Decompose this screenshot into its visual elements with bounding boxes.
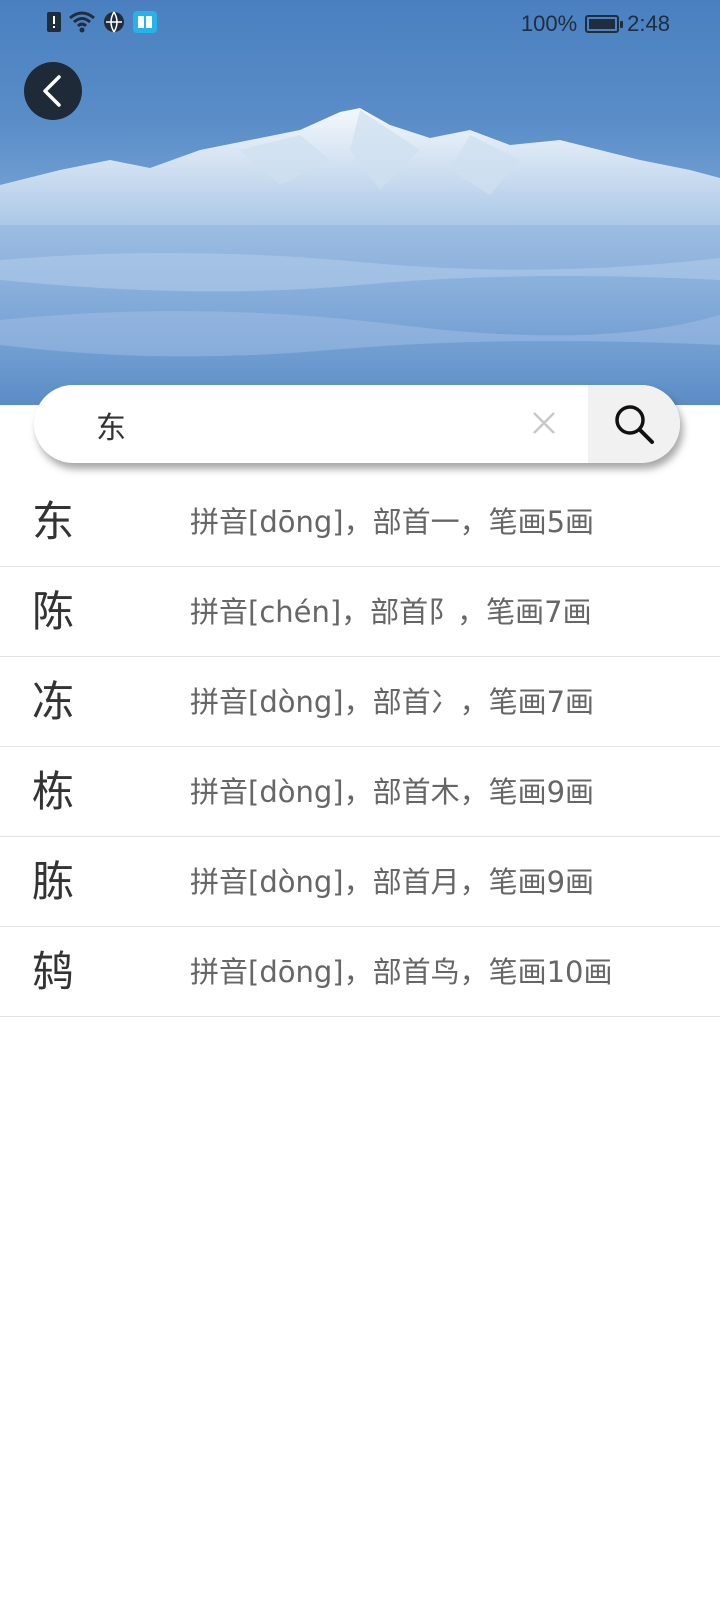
search-bar [34, 385, 680, 463]
character: 冻 [32, 677, 75, 726]
list-item[interactable]: 陈 拼音[chén]，部首阝，笔画7画 [0, 567, 720, 657]
status-bar: 100% 2:48 [0, 0, 720, 48]
hero-banner [0, 0, 720, 405]
character: 胨 [32, 857, 75, 906]
search-icon [615, 405, 654, 444]
globe-icon [104, 11, 124, 33]
character: 东 [32, 497, 75, 546]
character-info: 拼音[dòng]，部首月，笔画9画 [190, 865, 595, 899]
snow-mountain-image [0, 108, 720, 405]
character-info: 拼音[dòng]，部首木，笔画9画 [190, 775, 595, 809]
list-item[interactable]: 鸫 拼音[dōng]，部首鸟，笔画10画 [0, 927, 720, 1017]
list-item[interactable]: 冻 拼音[dòng]，部首冫，笔画7画 [0, 657, 720, 747]
book-app-icon [133, 11, 157, 33]
list-item[interactable]: 东 拼音[dōng]，部首一，笔画5画 [0, 477, 720, 567]
clear-button[interactable] [526, 405, 562, 441]
battery-icon [585, 15, 624, 33]
list-item[interactable]: 胨 拼音[dòng]，部首月，笔画9画 [0, 837, 720, 927]
battery-percent: 100% [520, 11, 578, 36]
search-button[interactable] [588, 385, 680, 463]
search-input[interactable] [94, 385, 518, 463]
clock: 2:48 [627, 11, 670, 36]
list-item[interactable]: 栋 拼音[dòng]，部首木，笔画9画 [0, 747, 720, 837]
alert-icon [47, 12, 61, 32]
character: 栋 [32, 767, 75, 816]
close-icon [533, 412, 555, 434]
character-info: 拼音[dōng]，部首鸟，笔画10画 [190, 955, 613, 989]
character-info: 拼音[dòng]，部首冫，笔画7画 [190, 685, 595, 719]
character-info: 拼音[chén]，部首阝，笔画7画 [190, 595, 592, 629]
character: 鸫 [32, 947, 75, 996]
wifi-icon [69, 11, 95, 33]
character-info: 拼音[dōng]，部首一，笔画5画 [190, 505, 595, 539]
character: 陈 [32, 587, 75, 636]
result-list: 东 拼音[dōng]，部首一，笔画5画 陈 拼音[chén]，部首阝，笔画7画 … [0, 477, 720, 1017]
chevron-left-icon [43, 75, 61, 107]
back-button[interactable] [24, 62, 82, 120]
